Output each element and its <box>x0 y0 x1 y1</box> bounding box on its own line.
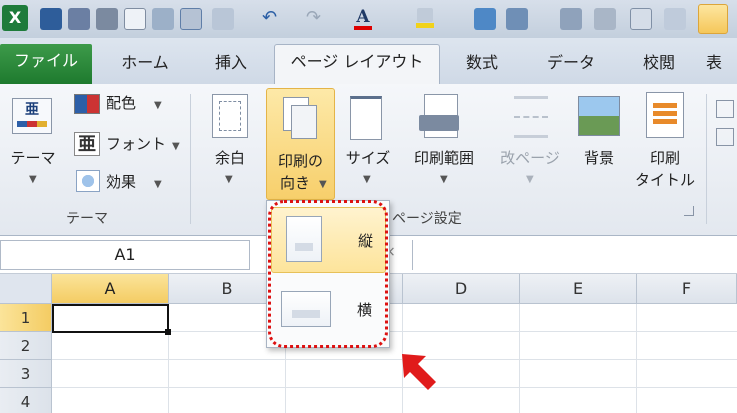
group-divider <box>190 94 191 224</box>
effects-dropdown-icon[interactable]: ▼ <box>154 179 162 190</box>
breaks-dropdown-icon: ▼ <box>526 174 534 185</box>
row-header-2[interactable]: 2 <box>0 332 52 360</box>
tab-view-partial[interactable]: 表 <box>706 46 737 84</box>
chart-icon[interactable] <box>212 8 234 30</box>
margins-dropdown-icon[interactable]: ▼ <box>225 174 233 185</box>
excel-logo-icon: X <box>2 5 28 31</box>
print-area-dropdown-icon[interactable]: ▼ <box>440 174 448 185</box>
orientation-label-line1: 印刷の <box>277 152 323 170</box>
tab-page-layout[interactable]: ページ レイアウト <box>274 44 440 85</box>
ribbon-tabs: ファイル ホーム 挿入 ページ レイアウト 数式 データ 校閲 表 <box>0 38 737 85</box>
scale-width-icon[interactable] <box>716 100 734 118</box>
print-titles-label-line2[interactable]: タイトル <box>634 170 696 190</box>
formula-input[interactable] <box>412 240 737 270</box>
annotation-arrow-icon <box>402 354 436 390</box>
undo-icon[interactable]: ↶ <box>262 8 280 30</box>
background-button[interactable]: 背景 <box>574 148 624 168</box>
print-preview-icon[interactable] <box>124 8 146 30</box>
tab-insert[interactable]: 挿入 <box>196 46 266 84</box>
table-icon[interactable] <box>630 8 652 30</box>
themes-button[interactable]: テーマ <box>6 148 60 168</box>
column-header-f[interactable]: F <box>637 274 737 304</box>
print-area-icon <box>419 94 459 138</box>
breaks-icon <box>514 96 548 138</box>
column-header-d[interactable]: D <box>403 274 520 304</box>
tab-file[interactable]: ファイル <box>0 44 92 84</box>
size-icon <box>350 96 382 140</box>
tab-home[interactable]: ホーム <box>100 46 190 84</box>
tab-formulas[interactable]: 数式 <box>448 46 516 84</box>
colors-dropdown-icon[interactable]: ▼ <box>154 100 162 111</box>
background-icon <box>578 96 620 136</box>
themes-icon: 亜 <box>12 98 52 134</box>
margins-icon <box>212 94 248 138</box>
select-all-corner[interactable] <box>0 274 52 304</box>
page-layout-view-icon[interactable] <box>698 4 728 34</box>
effects-button[interactable]: 効果 <box>106 172 136 192</box>
margins-button[interactable]: 余白 <box>204 148 256 168</box>
new-file-icon[interactable] <box>68 8 90 30</box>
fill-handle[interactable] <box>165 329 171 335</box>
fonts-dropdown-icon[interactable]: ▼ <box>172 141 180 152</box>
colors-icon <box>74 94 100 114</box>
size-dropdown-icon[interactable]: ▼ <box>363 174 371 185</box>
column-header-a[interactable]: A <box>52 274 169 304</box>
freeze-panes-icon[interactable] <box>664 8 686 30</box>
annotation-highlight-ring <box>268 200 388 348</box>
tab-data[interactable]: データ <box>528 46 614 84</box>
print-titles-label-line1[interactable]: 印刷 <box>640 148 690 168</box>
row-header-4[interactable]: 4 <box>0 388 52 413</box>
tab-review[interactable]: 校閲 <box>624 46 694 84</box>
fonts-button[interactable]: フォント <box>106 134 166 154</box>
group-divider <box>706 94 707 224</box>
scale-height-icon[interactable] <box>716 128 734 146</box>
format-icon[interactable] <box>180 8 202 30</box>
name-box[interactable]: A1 <box>0 240 250 270</box>
active-cell-a1[interactable] <box>52 304 169 333</box>
filter-icon[interactable] <box>594 8 616 30</box>
page-setup-group-label: ページ設定 <box>392 211 462 227</box>
quick-access-toolbar: X ↶ ↷ A <box>0 0 737 38</box>
redo-icon[interactable]: ↷ <box>306 8 324 30</box>
print-titles-icon <box>646 92 684 138</box>
colors-button[interactable]: 配色 <box>106 93 136 113</box>
orientation-dropdown-icon: ▼ <box>319 179 327 190</box>
page-setup-launcher-icon[interactable] <box>684 206 694 216</box>
column-header-e[interactable]: E <box>520 274 637 304</box>
spelling-icon[interactable] <box>152 8 174 30</box>
size-button[interactable]: サイズ <box>340 148 396 168</box>
fill-color-icon[interactable] <box>414 8 436 30</box>
orientation-button[interactable]: 印刷の 向き ▼ <box>266 88 335 200</box>
orientation-icon-back <box>291 105 317 139</box>
print-icon[interactable] <box>96 8 118 30</box>
orientation-label-line2: 向き <box>279 174 310 192</box>
font-color-icon[interactable]: A <box>352 8 374 30</box>
breaks-button: 改ページ <box>500 149 560 167</box>
fonts-icon: 亜 <box>74 132 100 156</box>
effects-icon <box>76 170 100 192</box>
row-header-1[interactable]: 1 <box>0 304 52 332</box>
themes-dropdown-icon[interactable]: ▼ <box>29 174 37 185</box>
picture-icon[interactable] <box>474 8 496 30</box>
sort-icon[interactable] <box>560 8 582 30</box>
row-header-3[interactable]: 3 <box>0 360 52 388</box>
shapes-icon[interactable] <box>506 8 528 30</box>
print-area-button[interactable]: 印刷範囲 <box>404 148 484 168</box>
theme-group-label: テーマ <box>66 211 108 227</box>
save-icon[interactable] <box>40 8 62 30</box>
